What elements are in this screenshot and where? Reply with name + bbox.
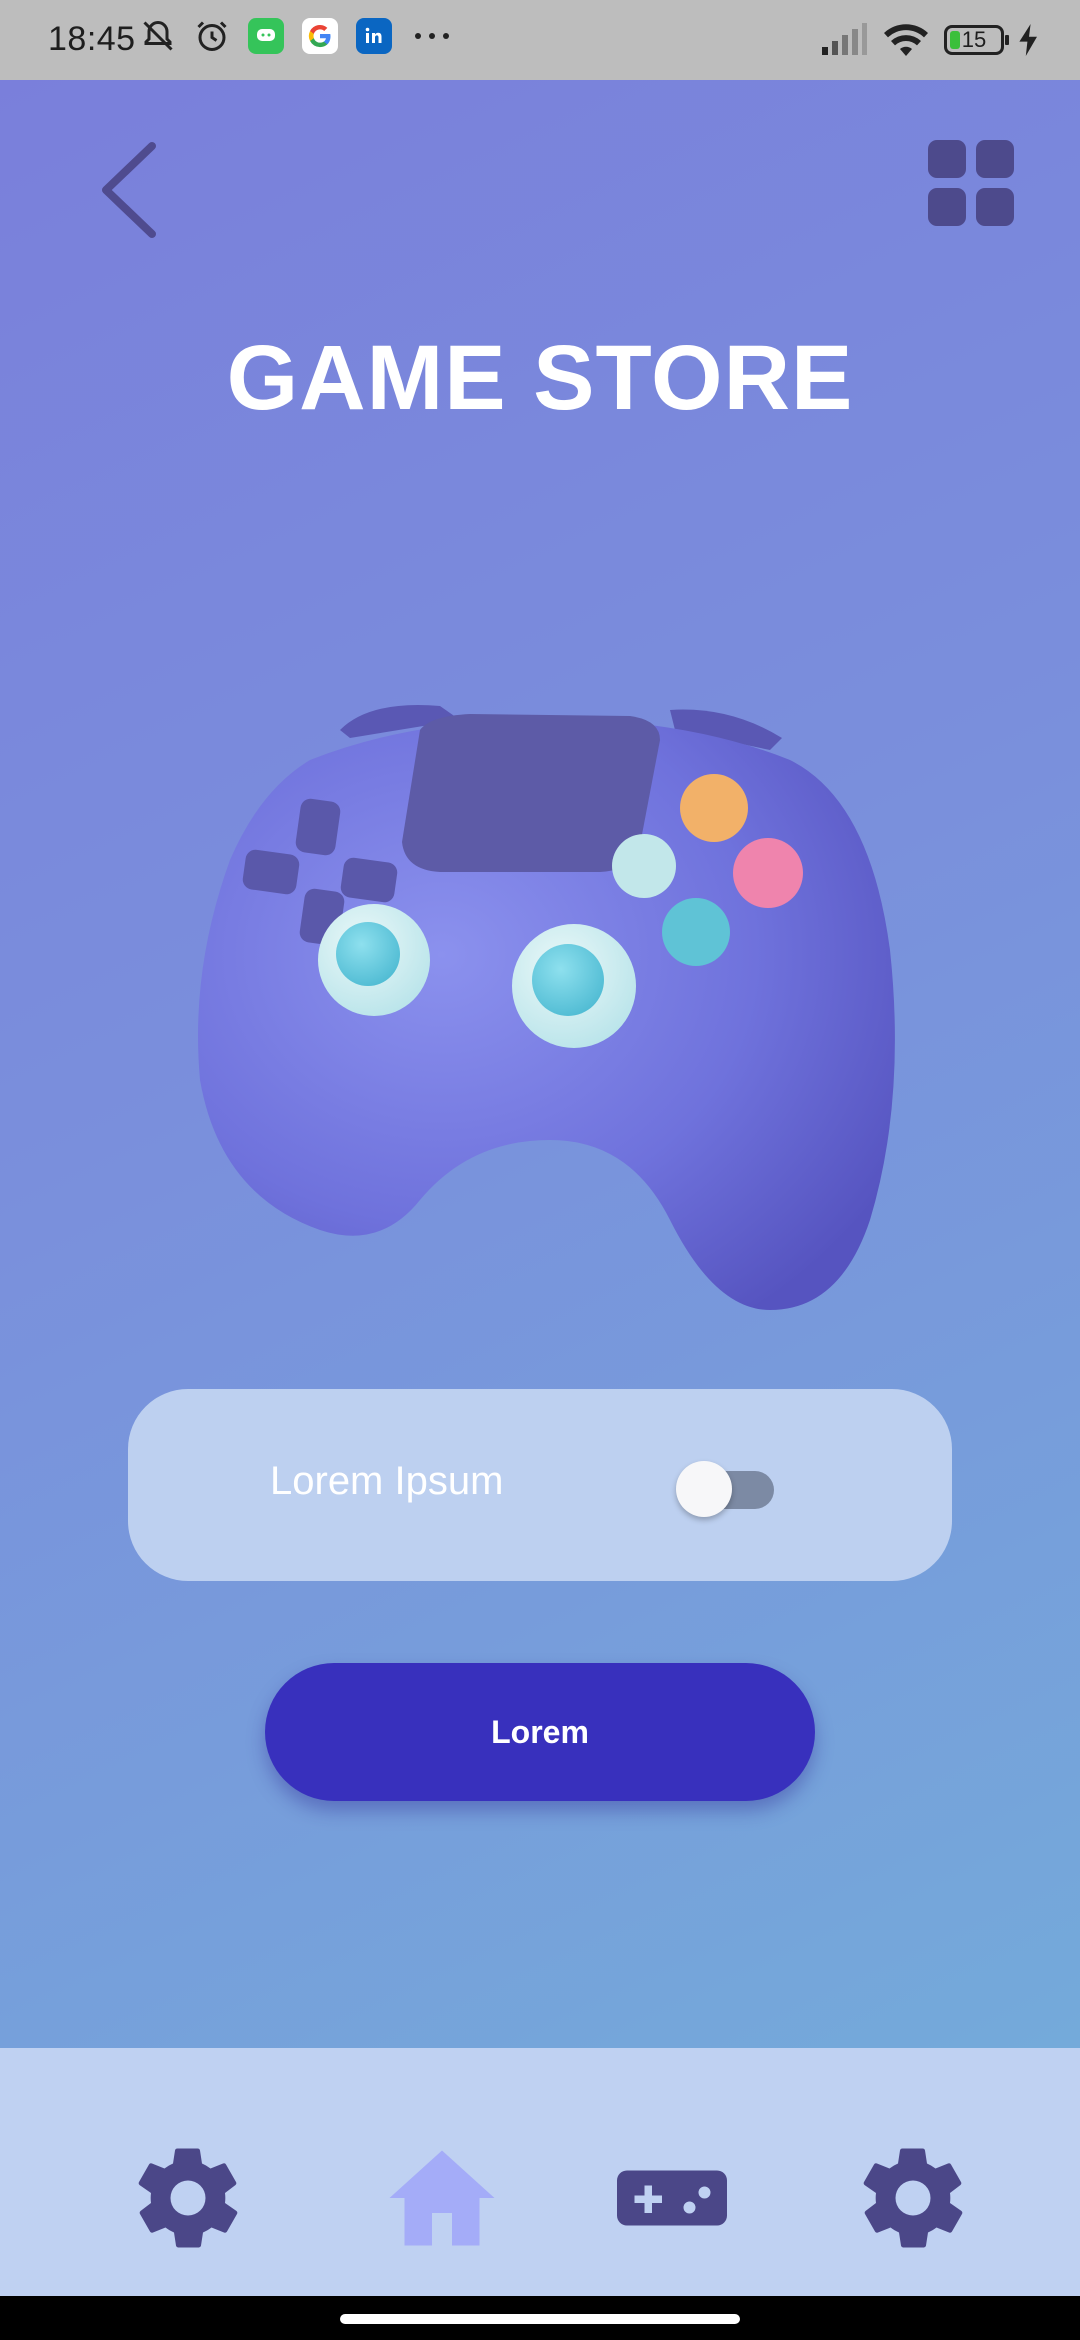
gamepad-controller-illustration xyxy=(198,705,895,1310)
toggle-card: Lorem Ipsum xyxy=(128,1389,952,1581)
status-time: 18:45 xyxy=(48,20,136,58)
battery-level: 15 xyxy=(961,27,987,52)
signal-icon xyxy=(822,23,867,55)
home-indicator[interactable] xyxy=(340,2314,740,2324)
messages-app-icon xyxy=(248,18,284,54)
system-gesture-bar xyxy=(0,2296,1080,2340)
system-status-icons: 15 xyxy=(806,22,1040,58)
status-bar: 18:45 15 xyxy=(0,0,1080,80)
bottom-nav xyxy=(0,2048,1080,2296)
bell-off-icon xyxy=(143,20,173,51)
toggle-label: Lorem Ipsum xyxy=(270,1459,504,1503)
google-app-icon xyxy=(302,18,338,54)
notification-icons xyxy=(140,18,472,54)
nav-gamepad-icon[interactable] xyxy=(612,2138,732,2258)
charging-icon xyxy=(1019,24,1037,56)
back-chevron-left-icon[interactable] xyxy=(96,140,166,240)
nav-settings-gear-icon-2[interactable] xyxy=(853,2138,973,2258)
more-icon xyxy=(415,33,449,39)
nav-settings-gear-icon[interactable] xyxy=(128,2138,248,2258)
alarm-icon xyxy=(197,21,227,51)
main-content: GAME STORE Lorem Ipsum Lorem xyxy=(0,80,1080,2048)
primary-button[interactable]: Lorem xyxy=(265,1663,815,1801)
switch-thumb xyxy=(676,1461,732,1517)
grid-menu-icon[interactable] xyxy=(928,140,1014,226)
linkedin-app-icon xyxy=(356,18,392,54)
battery-icon: 15 xyxy=(944,25,1009,55)
nav-home-icon[interactable] xyxy=(382,2138,502,2258)
page-title: GAME STORE xyxy=(226,327,854,429)
wifi-icon xyxy=(884,24,928,56)
toggle-switch[interactable] xyxy=(676,1461,778,1517)
